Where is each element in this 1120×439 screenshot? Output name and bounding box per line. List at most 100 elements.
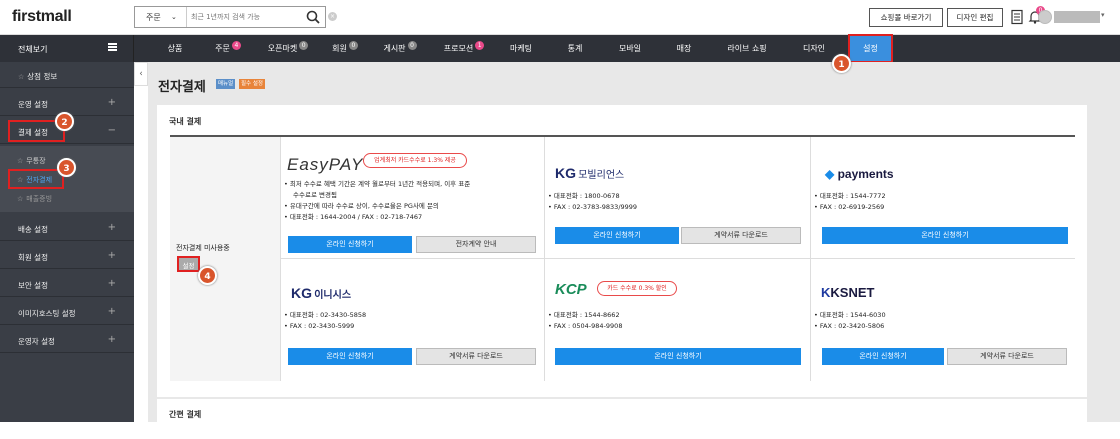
plus-icon: +	[107, 222, 116, 233]
apply-online-button[interactable]: 온라인 신청하기	[288, 348, 412, 365]
logo[interactable]: firstmall	[12, 8, 72, 26]
nav-item-members[interactable]: 회원 0	[327, 35, 363, 62]
pg-card-kcp: KCP 카드 수수료 0.3% 할인 대표전화 : 1544-8662 FAX …	[545, 259, 811, 381]
main-nav: 전체보기 상품 주문 4 오픈마켓 0 회원 0 게시판 0 프로모션 1 마케팅 통계 …	[0, 34, 1120, 63]
view-all-label: 전체보기	[18, 45, 48, 54]
plus-icon: +	[107, 278, 116, 289]
step-marker-4: 4	[198, 266, 217, 285]
shop-shortcut-button[interactable]: 쇼핑몰 바로가기	[869, 8, 943, 27]
search-scope-select[interactable]: 주문 ⌄	[135, 7, 187, 27]
search-icon[interactable]	[305, 9, 321, 25]
pg-status-label: 전자결제 미사용중	[176, 244, 230, 252]
nav-item-marketing[interactable]: 마케팅	[503, 35, 539, 62]
sidebar-item-security[interactable]: 보안 설정 +	[0, 271, 134, 297]
download-contract-button[interactable]: 계약서류 다운로드	[416, 348, 536, 365]
apply-online-button[interactable]: 온라인 신청하기	[555, 227, 679, 244]
clear-search-icon[interactable]: ×	[328, 12, 337, 21]
section-title: 국내 결제	[169, 117, 202, 126]
search-box: 주문 ⌄	[134, 6, 326, 28]
sidebar-subitem-bank[interactable]: ☆ 무통장	[17, 156, 46, 166]
nav-badge: 0	[407, 41, 417, 50]
step-marker-3: 3	[57, 158, 76, 177]
pg-info-list: 대표전화 : 02-3430-5858 FAX : 02-3430-5999	[284, 310, 366, 332]
required-tag: 필수 설정	[239, 79, 265, 89]
star-icon[interactable]: ☆	[17, 195, 23, 203]
nav-item-live-shopping[interactable]: 라이브 쇼핑	[722, 35, 772, 62]
step-marker-2: 2	[55, 112, 74, 131]
apply-online-button[interactable]: 온라인 신청하기	[555, 348, 801, 365]
domestic-payment-card: 국내 결제 전자결제 미사용중 설정 EasyPAY 업계최저 카드수수료 1.…	[157, 105, 1087, 397]
simple-payment-card: 간편 결제	[157, 399, 1087, 439]
nav-item-board[interactable]: 게시판 0	[377, 35, 423, 62]
nav-badge: 0	[348, 41, 358, 50]
kgmobilians-logo: KG 모빌리언스	[555, 165, 625, 181]
search-scope-label: 주문	[146, 13, 161, 22]
chevron-down-icon: ⌄	[171, 13, 177, 21]
apply-online-button[interactable]: 온라인 신청하기	[288, 236, 412, 253]
view-all-menu[interactable]: 전체보기	[0, 35, 134, 62]
pg-card-easypay: EasyPAY 업계최저 카드수수료 1.3% 제공 최저 수수료 혜택 기간은…	[281, 137, 545, 259]
nav-item-mobile[interactable]: 모바일	[612, 35, 648, 62]
nav-badge: 1	[475, 41, 485, 50]
setting-button[interactable]: 설정	[177, 256, 200, 272]
nav-badge: 4	[231, 41, 241, 50]
sidebar-item-shipping[interactable]: 배송 설정 +	[0, 215, 134, 241]
pg-info-list: 대표전화 : 1544-7772 FAX : 02-6919-2569	[814, 191, 886, 213]
top-bar: firstmall 주문 ⌄ × 쇼핑몰 바로가기 디자인 편집 0 ▾	[0, 0, 1120, 35]
chevron-down-icon[interactable]: ▾	[1101, 11, 1105, 19]
apply-online-button[interactable]: 온라인 신청하기	[822, 227, 1068, 244]
pg-card-payments: ◆ payments 대표전화 : 1544-7772 FAX : 02-691…	[811, 137, 1075, 259]
avatar[interactable]	[1038, 10, 1052, 24]
nav-item-statistics[interactable]: 통계	[562, 35, 588, 62]
manual-tag[interactable]: 매뉴얼	[216, 79, 236, 89]
step-marker-1: 1	[832, 54, 851, 73]
nav-item-store[interactable]: 매장	[671, 35, 697, 62]
sidebar-collapse-icon[interactable]: ‹	[134, 62, 148, 86]
nav-item-openmarket[interactable]: 오픈마켓 0	[262, 35, 314, 62]
username-redacted[interactable]	[1054, 11, 1100, 23]
nav-item-promotion[interactable]: 프로모션 1	[438, 35, 490, 62]
easypay-logo: EasyPAY	[287, 155, 364, 174]
main-content: 전자결제 매뉴얼 필수 설정 국내 결제 전자결제 미사용중 설정 EasyPA…	[148, 62, 1120, 439]
pg-grid: 전자결제 미사용중 설정 EasyPAY 업계최저 카드수수료 1.3% 제공 …	[170, 135, 1075, 381]
pg-card-kgmobilians: KG 모빌리언스 대표전화 : 1800-0678 FAX : 02-3783-…	[545, 137, 811, 259]
ksnet-logo: KKSNET	[821, 285, 875, 300]
kginicis-logo: KG 이니시스	[291, 285, 352, 301]
highlight-box	[8, 169, 64, 189]
sidebar-item-member[interactable]: 회원 설정 +	[0, 243, 134, 269]
kcp-logo: KCP	[555, 281, 587, 298]
minus-icon: −	[107, 125, 116, 136]
design-edit-button[interactable]: 디자인 편집	[947, 8, 1003, 27]
plus-icon: +	[107, 250, 116, 261]
memo-icon[interactable]	[1010, 9, 1024, 25]
star-icon[interactable]: ☆	[17, 157, 23, 165]
sidebar-item-image-hosting[interactable]: 이미지호스팅 설정 +	[0, 299, 134, 325]
apply-online-button[interactable]: 온라인 신청하기	[822, 348, 944, 365]
sidebar-item-admin[interactable]: 운영자 설정 +	[0, 327, 134, 353]
pg-info-list: 최저 수수료 혜택 기간은 계약 월로부터 1년간 적용되며, 이후 표준 수수…	[284, 179, 470, 223]
plus-icon: +	[107, 97, 116, 108]
page-title: 전자결제	[158, 80, 206, 95]
payments-logo: ◆ payments	[825, 167, 894, 181]
download-contract-button[interactable]: 계약서류 다운로드	[681, 227, 801, 244]
hamburger-icon[interactable]	[108, 43, 117, 51]
nav-item-design[interactable]: 디자인	[797, 35, 831, 62]
pg-info-list: 대표전화 : 1800-0678 FAX : 02-3783-9833/9999	[548, 191, 637, 213]
promo-badge: 업계최저 카드수수료 1.3% 제공	[363, 153, 467, 168]
search-input[interactable]	[191, 11, 301, 23]
pg-info-list: 대표전화 : 1544-8662 FAX : 0504-984-9908	[548, 310, 623, 332]
section-title: 간편 결제	[169, 410, 202, 419]
star-icon[interactable]: ☆	[18, 73, 24, 81]
pg-status-column: 전자결제 미사용중 설정	[170, 137, 281, 381]
sidebar-subitem-receipt[interactable]: ☆ 매출증빙	[17, 194, 52, 204]
plus-icon: +	[107, 334, 116, 345]
sidebar-item-store-info[interactable]: ☆ 상점 정보	[0, 62, 134, 88]
econtract-info-button[interactable]: 전자계약 안내	[416, 236, 536, 253]
plus-icon: +	[107, 306, 116, 317]
nav-item-settings[interactable]: 설정	[848, 34, 893, 63]
download-contract-button[interactable]: 계약서류 다운로드	[947, 348, 1067, 365]
nav-item-orders[interactable]: 주문 4	[208, 35, 248, 62]
pg-card-ksnet: KKSNET 대표전화 : 1544-6030 FAX : 02-3420-58…	[811, 259, 1075, 381]
nav-badge: 0	[299, 41, 309, 50]
nav-item-products[interactable]: 상품	[160, 35, 190, 62]
